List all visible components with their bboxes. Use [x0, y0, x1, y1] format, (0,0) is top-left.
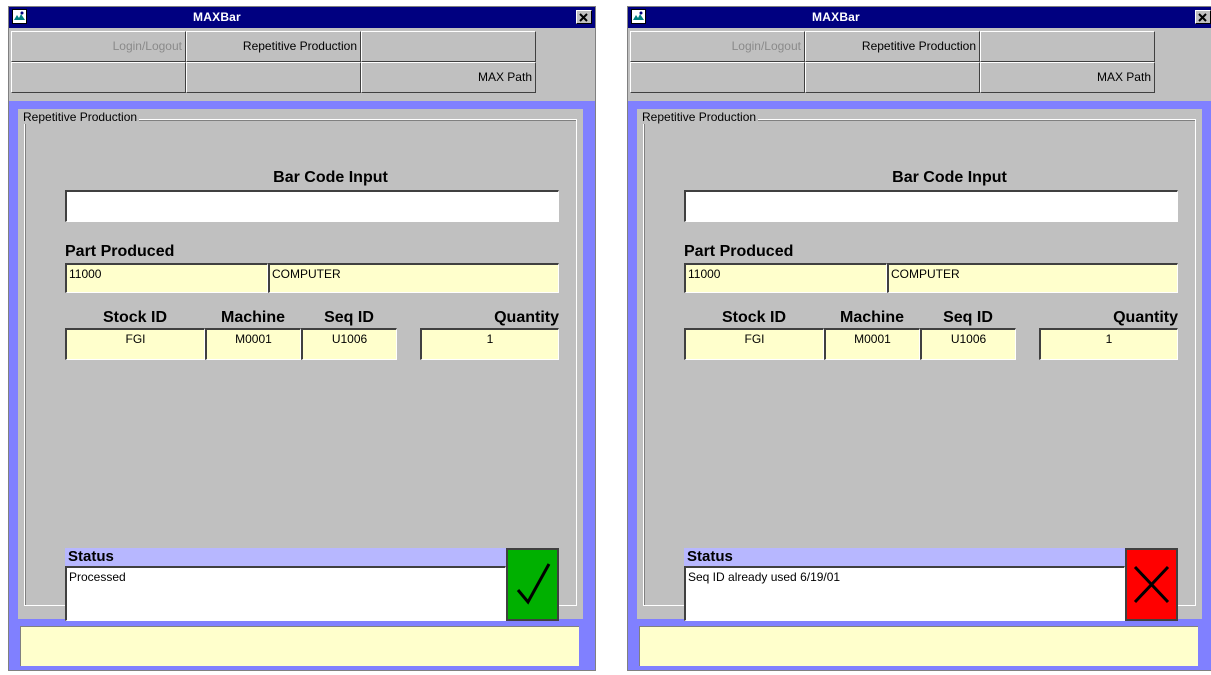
close-icon	[1198, 13, 1207, 22]
toolbar-blank-button[interactable]	[805, 62, 980, 93]
title-bar[interactable]: MAXBar	[628, 7, 1211, 28]
x-icon	[1133, 565, 1170, 604]
repetitive-production-button[interactable]: Repetitive Production	[186, 31, 361, 62]
quantity-field: 1	[1039, 328, 1178, 360]
machine-field: M0001	[824, 328, 920, 360]
seq-id-field: U1006	[301, 328, 397, 360]
panel-inner: Repetitive Production Bar Code Input Par…	[637, 109, 1202, 621]
status-label: Status	[65, 548, 506, 566]
seq-id-field: U1006	[920, 328, 1016, 360]
stock-id-label: Stock ID	[102, 309, 167, 326]
group-title: Repetitive Production	[21, 110, 140, 124]
machine-label: Machine	[839, 309, 904, 326]
part-number-field: 11000	[684, 263, 887, 293]
toolbar-blank-button[interactable]	[361, 31, 536, 62]
part-description-field: COMPUTER	[887, 263, 1178, 293]
panel-inner: Repetitive Production Bar Code Input Par…	[18, 109, 583, 621]
toolbar-blank-button[interactable]	[630, 62, 805, 93]
quantity-field: 1	[420, 328, 559, 360]
login-logout-button[interactable]: Login/Logout	[11, 31, 186, 62]
success-indicator	[506, 548, 559, 621]
status-message: Processed	[65, 566, 506, 621]
part-description-field: COMPUTER	[268, 263, 559, 293]
toolbar: Login/Logout Repetitive Production MAX P…	[630, 31, 1155, 93]
toolbar-blank-button[interactable]	[186, 62, 361, 93]
toolbar-blank-button[interactable]	[11, 62, 186, 93]
barcode-input[interactable]	[684, 190, 1178, 222]
close-button[interactable]	[1195, 10, 1211, 24]
machine-label: Machine	[220, 309, 285, 326]
status-message: Seq ID already used 6/19/01	[684, 566, 1125, 621]
status-label: Status	[684, 548, 1125, 566]
window-title: MAXBar	[193, 10, 241, 24]
barcode-label: Bar Code Input	[892, 169, 1007, 186]
close-button[interactable]	[576, 10, 592, 24]
toolbar-blank-button[interactable]	[980, 31, 1155, 62]
error-indicator	[1125, 548, 1178, 621]
maxbar-window-error: MAXBar Login/Logout Repetitive Productio…	[627, 6, 1211, 671]
title-bar[interactable]: MAXBar	[9, 7, 595, 28]
stock-id-field: FGI	[65, 328, 205, 360]
barcode-input[interactable]	[65, 190, 559, 222]
login-logout-button[interactable]: Login/Logout	[630, 31, 805, 62]
machine-field: M0001	[205, 328, 301, 360]
quantity-label: Quantity	[1113, 309, 1178, 326]
part-produced-label: Part Produced	[684, 243, 794, 260]
repetitive-production-button[interactable]: Repetitive Production	[805, 31, 980, 62]
seq-id-label: Seq ID	[943, 309, 993, 326]
max-path-button[interactable]: MAX Path	[980, 62, 1155, 93]
bottom-bar	[20, 626, 579, 666]
quantity-label: Quantity	[494, 309, 559, 326]
check-icon	[516, 563, 551, 605]
group-title: Repetitive Production	[640, 110, 759, 124]
panel-frame: Repetitive Production Bar Code Input Par…	[9, 101, 595, 670]
window-title: MAXBar	[812, 10, 860, 24]
toolbar: Login/Logout Repetitive Production MAX P…	[11, 31, 536, 93]
panel-frame: Repetitive Production Bar Code Input Par…	[628, 101, 1211, 670]
part-produced-label: Part Produced	[65, 243, 175, 260]
seq-id-label: Seq ID	[324, 309, 374, 326]
close-icon	[579, 13, 588, 22]
stock-id-field: FGI	[684, 328, 824, 360]
bottom-bar	[639, 626, 1198, 666]
part-number-field: 11000	[65, 263, 268, 293]
maxbar-window-success: MAXBar Login/Logout Repetitive Productio…	[8, 6, 596, 671]
max-path-button[interactable]: MAX Path	[361, 62, 536, 93]
barcode-label: Bar Code Input	[273, 169, 388, 186]
stock-id-label: Stock ID	[721, 309, 786, 326]
